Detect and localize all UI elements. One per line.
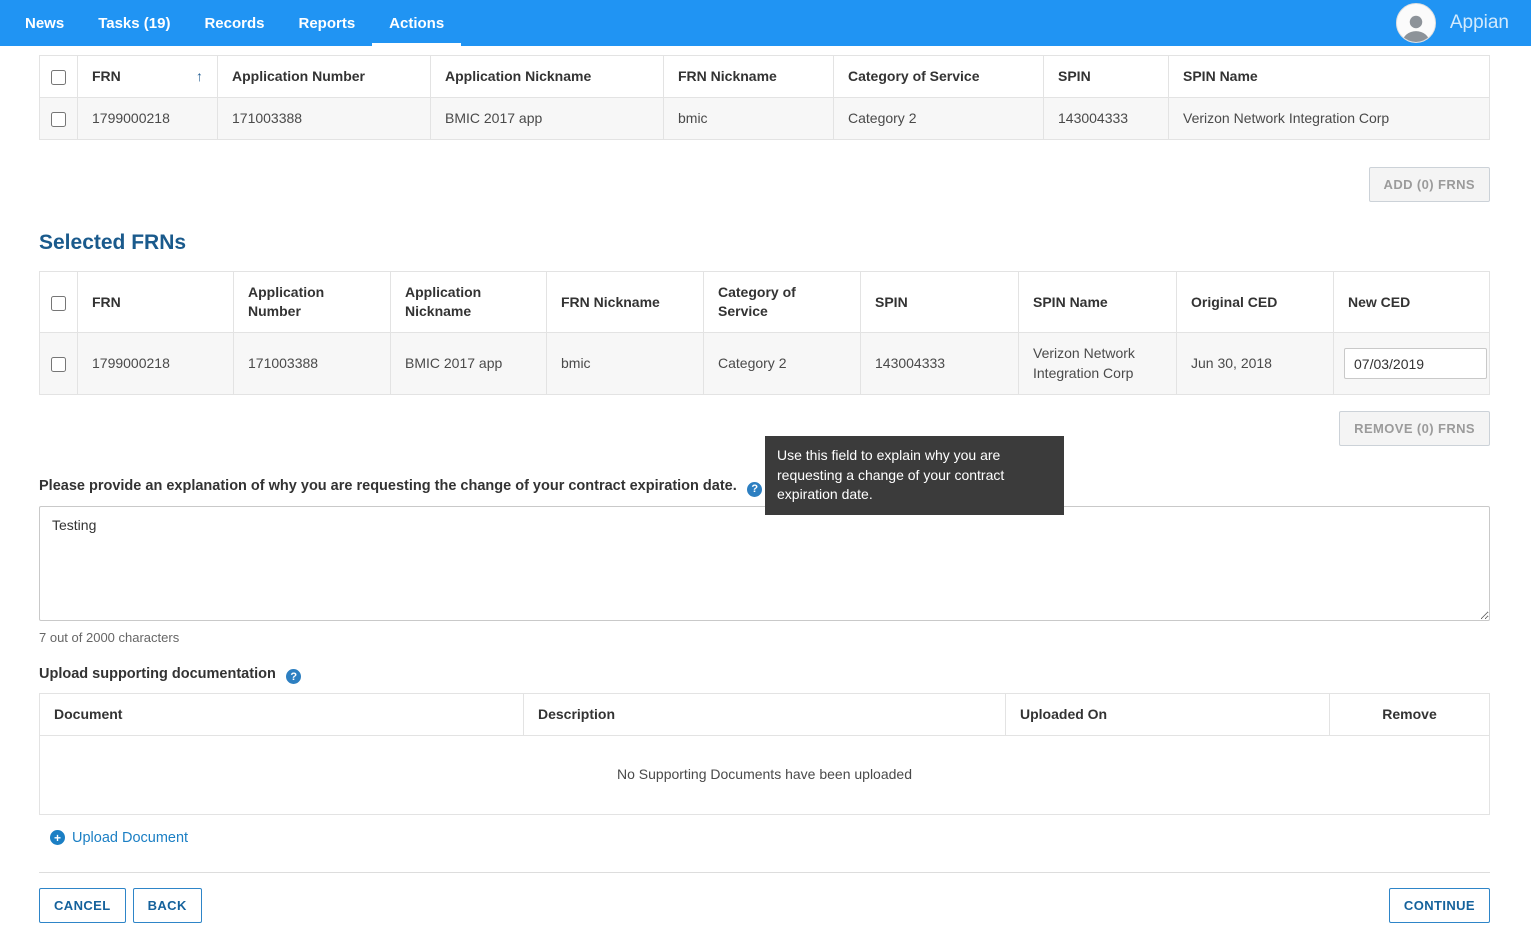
continue-button[interactable]: CONTINUE [1389,888,1490,923]
cell-frn: 1799000218 [78,97,218,140]
col-header-spin[interactable]: SPIN [1044,56,1169,98]
cell-frn: 1799000218 [78,333,234,395]
col-header-original-ced: Original CED [1177,272,1334,333]
cell-application-nickname: BMIC 2017 app [391,333,547,395]
cell-original-ced: Jun 30, 2018 [1177,333,1334,395]
nav-tab-records[interactable]: Records [187,0,281,46]
frn-search-row: 1799000218 171003388 BMIC 2017 app bmic … [40,97,1490,140]
selected-frns-title: Selected FRNs [39,231,1490,255]
col-header-application-number[interactable]: Application Number [218,56,431,98]
cell-category-of-service: Category 2 [704,333,861,395]
selected-frns-header-row: FRN Application Number Application Nickn… [40,272,1490,333]
nav-tab-tasks[interactable]: Tasks (19) [81,0,187,46]
col-header-application-nickname: Application Nickname [391,272,547,333]
cell-spin: 143004333 [1044,97,1169,140]
footer-actions: CANCEL BACK CONTINUE [39,888,1490,951]
cell-application-number: 171003388 [218,97,431,140]
documents-header-row: Document Description Uploaded On Remove [40,694,1490,736]
user-avatar[interactable] [1396,3,1436,43]
explanation-label: Please provide an explanation of why you… [39,478,737,494]
frn-search-header-row: FRN ↑ Application Number Application Nic… [40,56,1490,98]
nav-tabs: News Tasks (19) Records Reports Actions [8,0,461,46]
footer-divider [39,872,1490,873]
col-header-remove: Remove [1330,694,1490,736]
cell-new-ced [1334,333,1490,395]
explanation-textarea[interactable]: Testing [39,506,1490,621]
col-header-frn-label: FRN [92,67,121,86]
col-header-frn: FRN [78,272,234,333]
page: News Tasks (19) Records Reports Actions … [0,0,1531,951]
sort-ascending-icon: ↑ [196,67,203,86]
documents-empty-row: No Supporting Documents have been upload… [40,736,1490,815]
col-header-frn-nickname: FRN Nickname [547,272,704,333]
upload-label-row: Upload supporting documentation ? [39,665,1490,685]
nav-right: Appian [1396,0,1521,46]
select-all-checkbox[interactable] [51,70,66,85]
upload-document-row: + Upload Document [39,815,1490,848]
col-header-application-nickname[interactable]: Application Nickname [431,56,664,98]
cell-application-number: 171003388 [234,333,391,395]
new-ced-input[interactable] [1344,348,1487,379]
appian-brand-logo: Appian [1450,12,1509,34]
cell-spin-name: Verizon Network Integration Corp [1169,97,1490,140]
cell-frn-nickname: bmic [664,97,834,140]
col-header-spin-name[interactable]: SPIN Name [1169,56,1490,98]
nav-tab-news[interactable]: News [8,0,81,46]
selected-frn-row: 1799000218 171003388 BMIC 2017 app bmic … [40,333,1490,395]
col-header-category-of-service: Category of Service [704,272,861,333]
selected-row-checkbox[interactable] [51,357,66,372]
col-header-frn-nickname[interactable]: FRN Nickname [664,56,834,98]
remove-frns-button[interactable]: REMOVE (0) FRNS [1339,411,1490,446]
explanation-help-icon[interactable]: ? [747,482,762,497]
upload-documentation-label: Upload supporting documentation [39,666,276,682]
back-button[interactable]: BACK [133,888,202,923]
col-header-application-number: Application Number [234,272,391,333]
upload-help-icon[interactable]: ? [286,669,301,684]
col-header-description: Description [524,694,1006,736]
upload-document-link[interactable]: Upload Document [72,830,188,846]
row-select-checkbox[interactable] [51,112,66,127]
col-header-uploaded-on: Uploaded On [1006,694,1330,736]
col-header-category-of-service[interactable]: Category of Service [834,56,1044,98]
no-documents-message: No Supporting Documents have been upload… [40,736,1490,815]
top-nav: News Tasks (19) Records Reports Actions … [0,0,1531,46]
col-header-frn[interactable]: FRN ↑ [78,56,218,98]
nav-tab-reports[interactable]: Reports [281,0,372,46]
cancel-button[interactable]: CANCEL [39,888,126,923]
cell-application-nickname: BMIC 2017 app [431,97,664,140]
cell-spin: 143004333 [861,333,1019,395]
person-icon [1399,12,1433,42]
col-header-document: Document [40,694,524,736]
nav-tab-actions[interactable]: Actions [372,0,461,46]
col-header-spin: SPIN [861,272,1019,333]
character-counter: 7 out of 2000 characters [39,630,1490,645]
add-frns-button[interactable]: ADD (0) FRNS [1369,167,1490,202]
plus-circle-icon: + [50,830,65,845]
documents-table: Document Description Uploaded On Remove … [39,693,1490,814]
selected-select-all-checkbox[interactable] [51,296,66,311]
cell-frn-nickname: bmic [547,333,704,395]
selected-frns-table: FRN Application Number Application Nickn… [39,271,1490,395]
col-header-spin-name: SPIN Name [1019,272,1177,333]
col-header-new-ced: New CED [1334,272,1490,333]
cell-category-of-service: Category 2 [834,97,1044,140]
cell-spin-name: Verizon Network Integration Corp [1019,333,1177,395]
help-tooltip: Use this field to explain why you are re… [765,436,1064,515]
frn-search-table: FRN ↑ Application Number Application Nic… [39,55,1490,140]
explanation-textarea-wrap: Testing [39,506,1490,621]
